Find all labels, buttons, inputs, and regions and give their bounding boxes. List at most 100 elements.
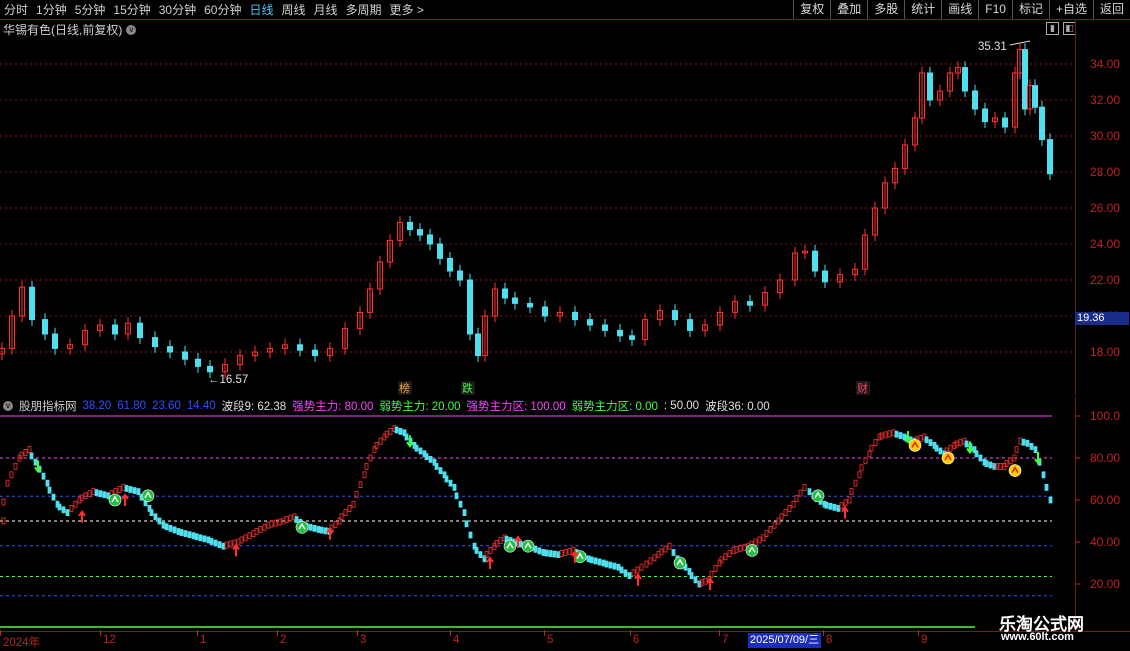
candlestick	[972, 84, 978, 116]
toolbar-button[interactable]: 返回	[1092, 0, 1130, 19]
indicator-bar	[544, 549, 549, 557]
candlestick	[862, 228, 868, 276]
indicator-bar	[1, 498, 6, 506]
candlestick	[557, 306, 563, 323]
indicator-bar	[198, 534, 203, 542]
candlestick	[342, 322, 348, 355]
period-tab[interactable]: 15分钟	[109, 1, 154, 18]
toolbar-button[interactable]: 画线	[941, 0, 978, 19]
indicator-bar	[559, 550, 564, 557]
indicator-bar	[217, 541, 222, 549]
buy-signal-icon	[673, 556, 687, 570]
indicator-bar	[697, 580, 702, 588]
period-tab[interactable]: 月线	[310, 1, 342, 18]
candlestick	[919, 66, 925, 125]
indicator-bar	[51, 493, 56, 501]
indicator-bar	[394, 426, 399, 434]
indicator-bar	[262, 523, 267, 531]
indicator-bar	[992, 463, 997, 470]
candlestick-chart[interactable]: 34.0032.0030.0028.0026.0024.0022.0020.00…	[0, 36, 1130, 396]
indicator-bar	[1018, 437, 1023, 445]
sell-signal-icon	[908, 439, 922, 452]
event-tag[interactable]: 跌	[462, 381, 473, 395]
period-tab[interactable]: 多周期	[342, 1, 386, 18]
candlestick	[437, 237, 443, 265]
indicator-bar	[563, 549, 568, 556]
candlestick	[407, 216, 413, 236]
indicator-bar	[798, 489, 803, 497]
candlestick	[852, 262, 858, 281]
toolbar-button[interactable]: F10	[978, 0, 1012, 19]
indicator-bar	[723, 553, 728, 561]
low-price-label: ←16.57	[208, 374, 248, 386]
watermark-url: www.60lt.com	[1001, 631, 1074, 643]
period-tab[interactable]: 60分钟	[200, 1, 245, 18]
period-tab[interactable]: 30分钟	[155, 1, 200, 18]
indicator-bar	[772, 521, 777, 529]
candlestick	[29, 280, 35, 326]
indicator-bar	[601, 559, 606, 567]
candlestick	[417, 223, 423, 242]
indicator-bar	[597, 558, 602, 566]
candlestick	[492, 282, 498, 323]
price-tick-label: 28.00	[1090, 165, 1120, 179]
indicator-bar	[839, 502, 844, 509]
indicator-bar	[631, 569, 636, 577]
indicator-bar	[157, 517, 162, 525]
event-tag[interactable]: 榜	[399, 381, 410, 395]
candlestick	[267, 342, 273, 359]
indicator-bar	[452, 484, 457, 491]
indicator-bar	[734, 545, 739, 553]
period-tab[interactable]: 分时	[0, 1, 32, 18]
indicator-bar	[372, 446, 377, 453]
candlestick	[377, 255, 383, 296]
candlestick	[467, 273, 473, 341]
date-axis-label: 8	[826, 634, 833, 646]
period-tab[interactable]: 1分钟	[32, 1, 71, 18]
period-tab[interactable]: 更多 >	[386, 1, 428, 18]
toolbar-button[interactable]: 叠加	[830, 0, 867, 19]
indicator-bar	[958, 439, 963, 446]
candlestick	[937, 84, 943, 107]
maximize-icon[interactable]: ▮	[1046, 22, 1059, 35]
toolbar-button[interactable]: +自选	[1048, 0, 1093, 19]
indicator-bar	[462, 509, 467, 516]
indicator-chart[interactable]: 100.0 80.00 60.00 40.00 20.00	[0, 407, 1130, 632]
indicator-bar	[294, 516, 299, 523]
buy-signal-icon	[503, 539, 517, 553]
indicator-bar	[898, 432, 903, 440]
indicator-bar	[791, 500, 796, 508]
indicator-bar	[761, 534, 766, 542]
price-tick-label: 22.00	[1090, 273, 1120, 287]
indicator-bar	[1008, 457, 1013, 465]
candlestick	[475, 327, 481, 362]
toolbar-button[interactable]: 多股	[867, 0, 904, 19]
indicator-bar	[153, 513, 158, 521]
period-tab[interactable]: 5分钟	[71, 1, 110, 18]
indicator-bar	[164, 523, 169, 531]
toolbar-button[interactable]: 统计	[904, 0, 941, 19]
indicator-bar	[358, 481, 363, 488]
chevron-down-icon[interactable]: v	[126, 24, 137, 35]
indicator-bar	[1044, 484, 1049, 491]
indicator-bar	[454, 492, 459, 500]
candlestick	[629, 329, 635, 346]
period-tab[interactable]: 日线	[245, 1, 277, 18]
event-tag[interactable]: 财	[857, 381, 868, 395]
indicator-bar	[23, 449, 28, 456]
indicator-bar	[619, 566, 624, 574]
indicator-bar	[753, 538, 758, 546]
indicator-bar	[102, 491, 107, 499]
date-axis-label: 9	[921, 634, 928, 646]
indicator-bar	[339, 513, 344, 521]
date-axis-label: 5	[547, 634, 554, 646]
date-axis-label: 4	[453, 634, 460, 646]
toolbar-button[interactable]: 标记	[1011, 0, 1049, 19]
indicator-bar	[206, 536, 211, 544]
period-tab[interactable]: 周线	[277, 1, 309, 18]
indicator-bar	[648, 557, 653, 565]
indicator-tick-label: 20.00	[1090, 577, 1120, 591]
candlestick	[912, 111, 918, 152]
toolbar-button[interactable]: 复权	[793, 0, 830, 19]
indicator-bar	[69, 505, 74, 512]
